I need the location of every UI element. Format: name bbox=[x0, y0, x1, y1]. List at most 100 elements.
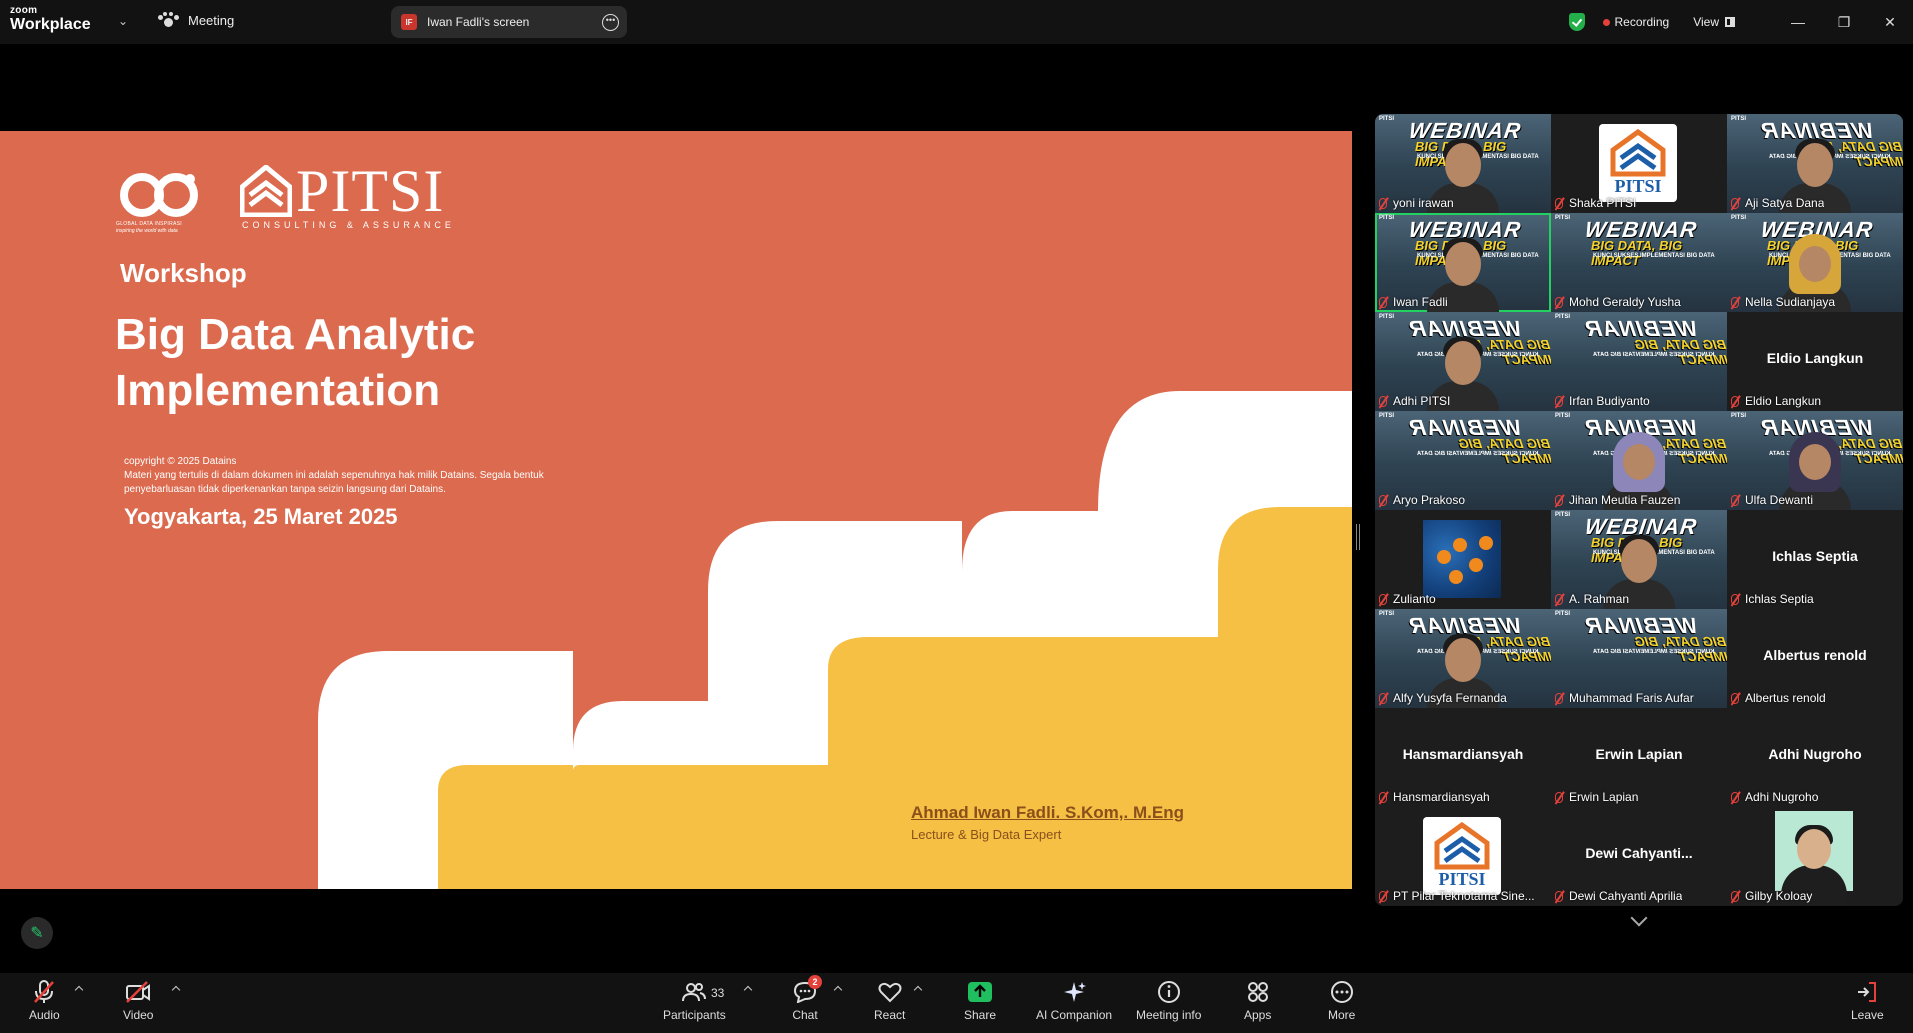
participant-name: Aji Satya Dana bbox=[1745, 196, 1825, 210]
view-button[interactable]: View bbox=[1693, 15, 1735, 29]
audio-options-caret[interactable] bbox=[74, 985, 84, 995]
participant-display-name: Dewi Cahyanti... bbox=[1585, 845, 1693, 861]
participant-name-label: Ulfa Dewanti bbox=[1731, 492, 1813, 508]
participant-tile[interactable]: PITSIWEBINARBIG DATA, BIG IMPACTKUNCI SU… bbox=[1727, 213, 1903, 312]
participant-tile[interactable]: PITSIWEBINARBIG DATA, BIG IMPACTKUNCI SU… bbox=[1727, 114, 1903, 213]
copyright-line2: Materi yang tertulis di dalam dokumen in… bbox=[124, 470, 544, 481]
react-options-caret[interactable] bbox=[913, 985, 923, 995]
participant-tile[interactable]: PITSIWEBINARBIG DATA, BIG IMPACTKUNCI SU… bbox=[1551, 312, 1727, 411]
participant-tile[interactable]: Zulianto bbox=[1375, 510, 1551, 609]
participant-tile[interactable]: Eldio Langkun Eldio Langkun bbox=[1727, 312, 1903, 411]
share-label: Iwan Fadli's screen bbox=[427, 15, 530, 29]
annotate-pencil-icon[interactable]: ✎ bbox=[21, 917, 53, 949]
panel-resize-handle[interactable] bbox=[1356, 524, 1360, 550]
mic-muted-icon bbox=[1379, 890, 1387, 902]
more-button[interactable]: More bbox=[1328, 979, 1355, 1022]
participant-tile[interactable]: PITSI Shaka PITSI bbox=[1551, 114, 1727, 213]
participant-tile[interactable]: Adhi Nugroho Adhi Nugroho bbox=[1727, 708, 1903, 807]
mic-muted-icon bbox=[1731, 890, 1739, 902]
minimize-button[interactable]: — bbox=[1775, 0, 1821, 44]
camera-off-icon bbox=[125, 979, 151, 1005]
react-button[interactable]: React bbox=[874, 979, 905, 1022]
heart-icon bbox=[877, 979, 903, 1005]
participant-name: Hansmardiansyah bbox=[1393, 790, 1490, 804]
mic-muted-icon bbox=[1379, 197, 1387, 209]
recording-indicator[interactable]: Recording bbox=[1602, 15, 1669, 29]
participant-tile[interactable]: PITSIWEBINARBIG DATA, BIG IMPACTKUNCI SU… bbox=[1551, 510, 1727, 609]
participant-tile[interactable]: Ichlas Septia Ichlas Septia bbox=[1727, 510, 1903, 609]
poster-brand-tag: PITSI bbox=[1555, 215, 1571, 221]
zoom-window: zoom Workplace ⌄ Meeting IF Iwan Fadli's… bbox=[0, 0, 1913, 1033]
audio-label: Audio bbox=[29, 1008, 60, 1022]
slide-copyright: copyright © 2025 Datains Materi yang ter… bbox=[124, 455, 584, 497]
participant-tile[interactable]: PITSIWEBINARBIG DATA, BIG IMPACTKUNCI SU… bbox=[1375, 411, 1551, 510]
participant-name-label: Irfan Budiyanto bbox=[1555, 393, 1650, 409]
participant-tile[interactable]: PITSIWEBINARBIG DATA, BIG IMPACTKUNCI SU… bbox=[1551, 609, 1727, 708]
slide-title-line2: Implementation bbox=[115, 366, 441, 415]
participant-tile[interactable]: Albertus renold Albertus renold bbox=[1727, 609, 1903, 708]
participant-name-label: PT Pilar Teknotama Sine... bbox=[1379, 888, 1535, 904]
poster-tagline: KUNCI SUKSES IMPLEMENTASI BIG DATA bbox=[1593, 253, 1715, 259]
participant-name-label: Mohd Geraldy Yusha bbox=[1555, 294, 1681, 310]
participant-name-label: Erwin Lapian bbox=[1555, 789, 1638, 805]
brand-workplace: Workplace bbox=[10, 16, 91, 33]
brand-chevron-down-icon[interactable]: ⌄ bbox=[118, 14, 128, 28]
participant-tile[interactable]: Hansmardiansyah Hansmardiansyah bbox=[1375, 708, 1551, 807]
participant-name-label: Adhi Nugroho bbox=[1731, 789, 1818, 805]
leave-button[interactable]: Leave bbox=[1851, 979, 1884, 1022]
pitsi-avatar-logo: PITSI bbox=[1423, 817, 1501, 895]
participant-tile[interactable]: PITSIWEBINARBIG DATA, BIG IMPACTKUNCI SU… bbox=[1375, 609, 1551, 708]
meeting-info-button[interactable]: Meeting info bbox=[1136, 979, 1201, 1022]
poster-brand-tag: PITSI bbox=[1379, 611, 1395, 617]
participant-name: Ulfa Dewanti bbox=[1745, 493, 1814, 507]
gallery-scroll-down-icon[interactable] bbox=[1630, 909, 1648, 927]
more-options-icon[interactable]: ••• bbox=[602, 14, 619, 31]
screen-share-indicator[interactable]: IF Iwan Fadli's screen ••• bbox=[391, 6, 627, 38]
video-options-caret[interactable] bbox=[171, 985, 181, 995]
participant-gallery: PITSIWEBINARBIG DATA, BIG IMPACTKUNCI SU… bbox=[1375, 114, 1903, 906]
pitsi-mark-logo bbox=[240, 165, 292, 217]
poster-brand-tag: PITSI bbox=[1731, 215, 1747, 221]
meeting-controls: Audio Video Participants 33 2 Chat React… bbox=[0, 973, 1913, 1033]
participant-tile[interactable]: PITSI PT Pilar Teknotama Sine... bbox=[1375, 807, 1551, 906]
mic-muted-icon bbox=[1731, 593, 1739, 605]
participant-display-name: Albertus renold bbox=[1763, 647, 1867, 663]
meeting-menu[interactable]: Meeting bbox=[158, 12, 234, 28]
presenter-avatar: IF bbox=[401, 14, 417, 30]
participant-tile[interactable]: PITSIWEBINARBIG DATA, BIG IMPACTKUNCI SU… bbox=[1375, 213, 1551, 312]
participant-tile[interactable]: PITSIWEBINARBIG DATA, BIG IMPACTKUNCI SU… bbox=[1375, 114, 1551, 213]
participant-name: Iwan Fadli bbox=[1393, 295, 1448, 309]
gdi-logo bbox=[120, 173, 198, 217]
participant-name-label: Albertus renold bbox=[1731, 690, 1826, 706]
participant-name: Adhi Nugroho bbox=[1745, 790, 1819, 804]
react-label: React bbox=[874, 1008, 906, 1022]
chat-options-caret[interactable] bbox=[833, 985, 843, 995]
participant-tile[interactable]: PITSIWEBINARBIG DATA, BIG IMPACTKUNCI SU… bbox=[1551, 213, 1727, 312]
participant-name: Jihan Meutia Fauzen bbox=[1569, 493, 1681, 507]
participant-tile[interactable]: Gilby Koloay bbox=[1727, 807, 1903, 906]
ai-sparkle-icon bbox=[1061, 979, 1087, 1005]
more-dots-icon bbox=[1329, 979, 1355, 1005]
ai-companion-button[interactable]: AI Companion bbox=[1036, 979, 1112, 1022]
participant-name-label: Aji Satya Dana bbox=[1731, 195, 1824, 211]
chat-button[interactable]: 2 Chat bbox=[792, 975, 822, 1022]
participant-tile[interactable]: PITSIWEBINARBIG DATA, BIG IMPACTKUNCI SU… bbox=[1727, 411, 1903, 510]
participant-name: PT Pilar Teknotama Sine... bbox=[1393, 889, 1535, 903]
participants-options-caret[interactable] bbox=[743, 985, 753, 995]
participant-tile[interactable]: PITSIWEBINARBIG DATA, BIG IMPACTKUNCI SU… bbox=[1375, 312, 1551, 411]
video-button[interactable]: Video bbox=[123, 979, 153, 1022]
restore-button[interactable]: ❐ bbox=[1821, 0, 1867, 44]
participant-tile[interactable]: PITSIWEBINARBIG DATA, BIG IMPACTKUNCI SU… bbox=[1551, 411, 1727, 510]
encryption-shield-icon[interactable] bbox=[1568, 13, 1585, 31]
participant-name-label: Iwan Fadli bbox=[1379, 294, 1448, 310]
share-button[interactable]: Share bbox=[964, 979, 996, 1022]
mic-muted-icon bbox=[1731, 395, 1739, 407]
close-button[interactable]: ✕ bbox=[1867, 0, 1913, 44]
apps-button[interactable]: Apps bbox=[1244, 979, 1271, 1022]
poster-brand-tag: PITSI bbox=[1555, 314, 1571, 320]
audio-button[interactable]: Audio bbox=[29, 979, 60, 1022]
participants-label: Participants bbox=[663, 1008, 726, 1022]
participant-tile[interactable]: Dewi Cahyanti... Dewi Cahyanti Aprilia bbox=[1551, 807, 1727, 906]
pitsi-avatar-text: PITSI bbox=[1614, 176, 1662, 196]
participant-tile[interactable]: Erwin Lapian Erwin Lapian bbox=[1551, 708, 1727, 807]
